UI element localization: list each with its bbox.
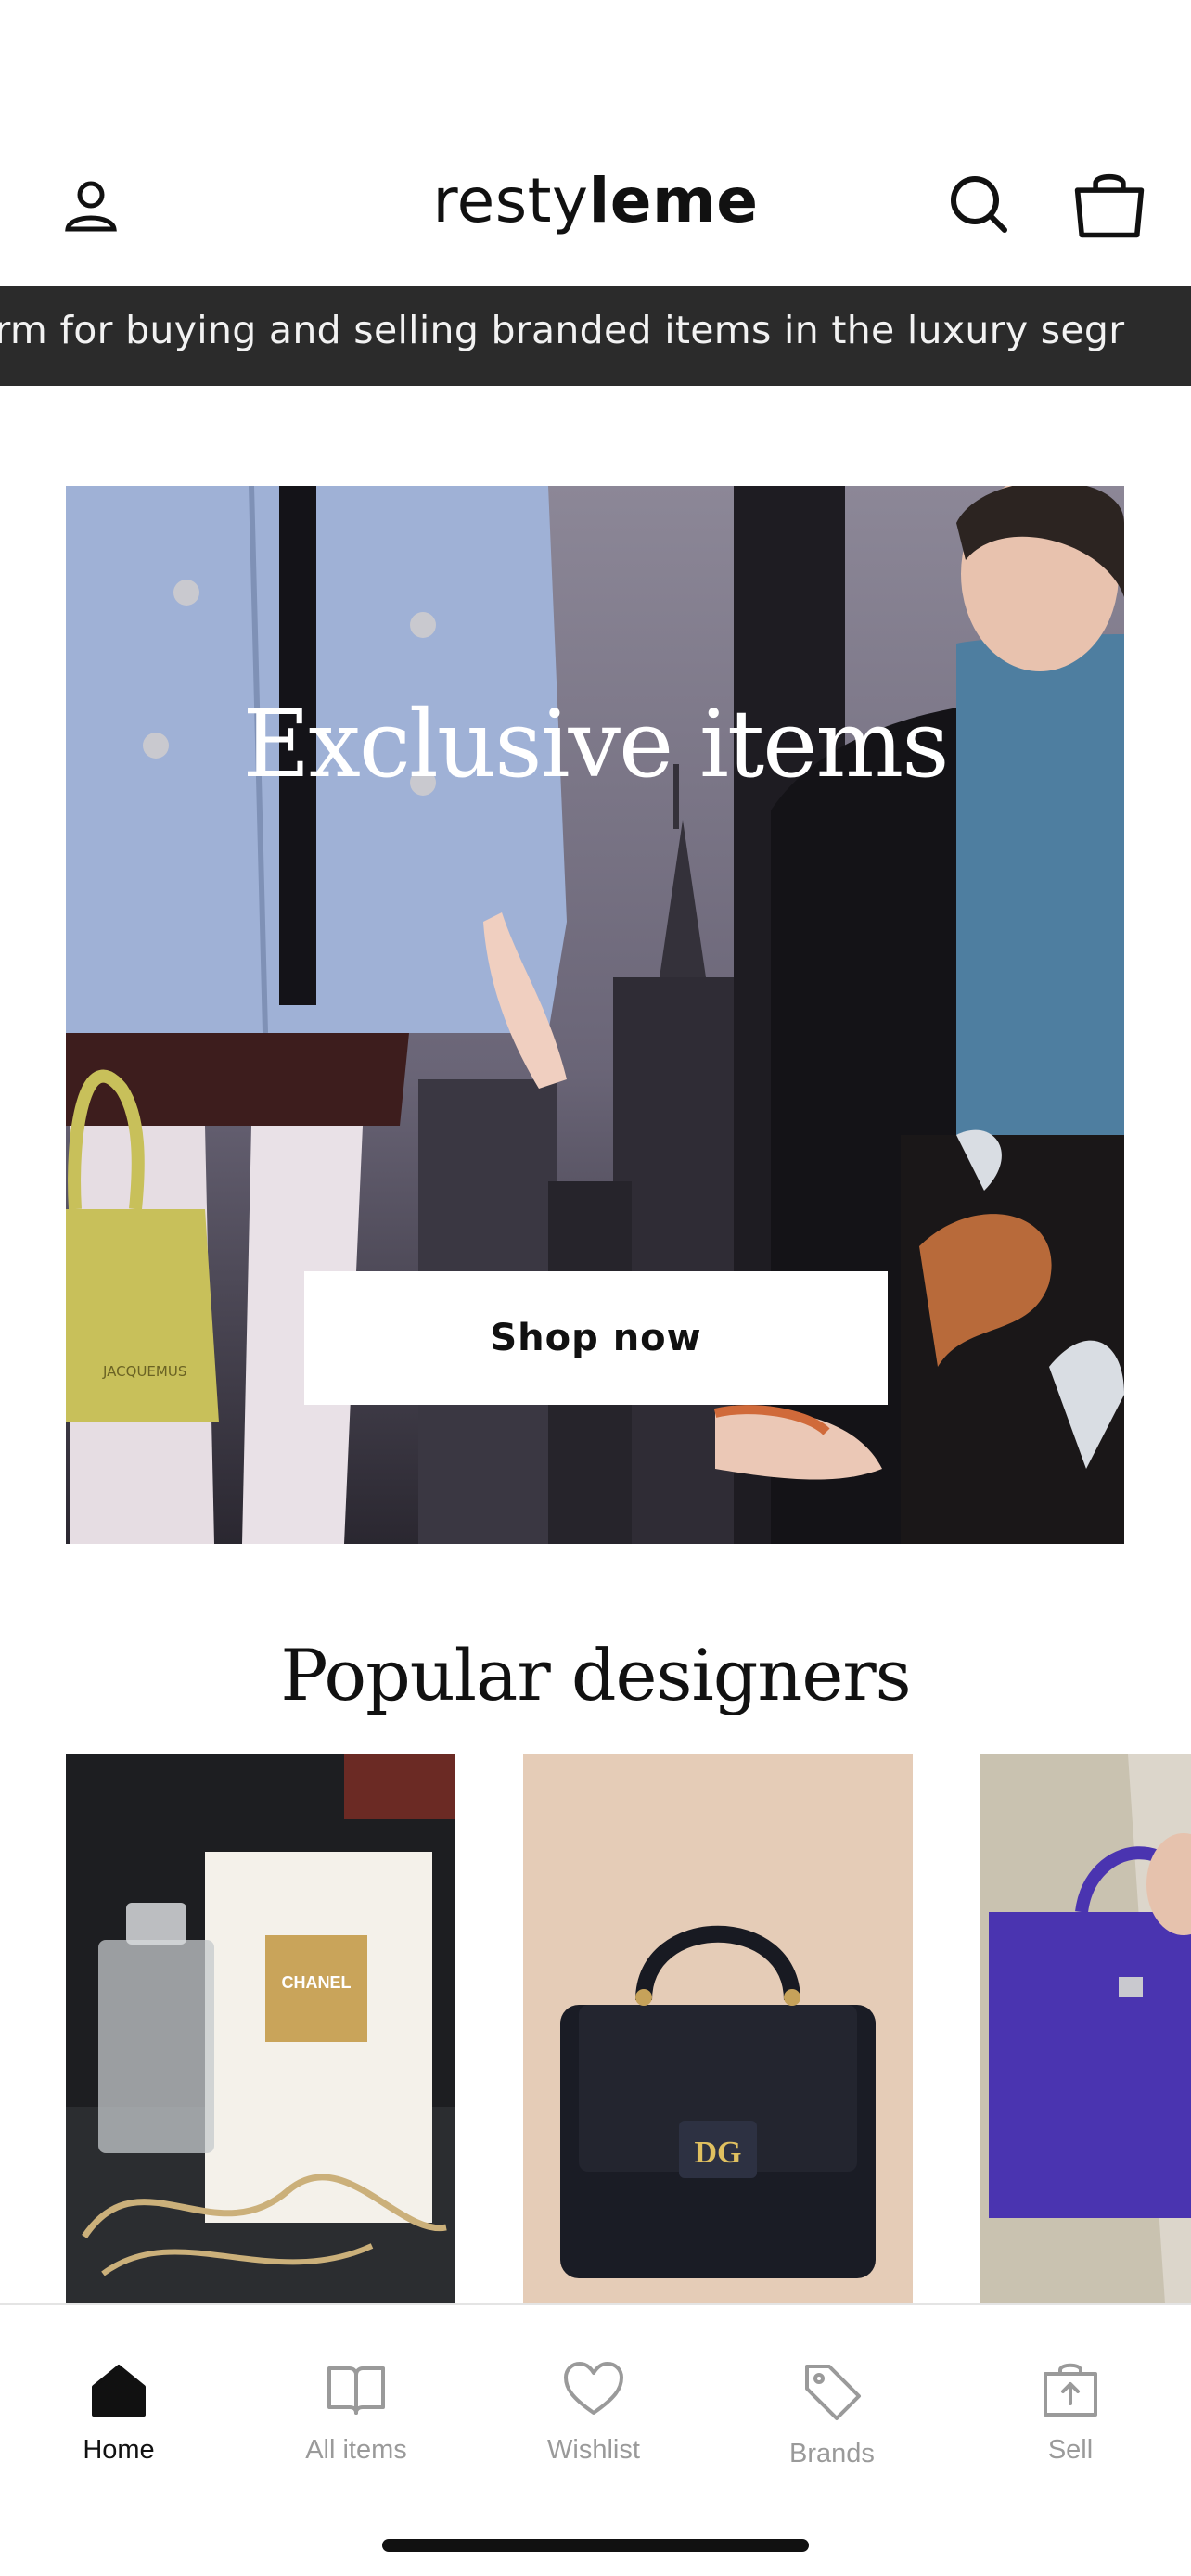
chanel-image: CHANEL	[66, 1754, 455, 2303]
tab-home-label: Home	[83, 2435, 155, 2465]
purple-bag-image	[980, 1754, 1191, 2303]
designer-card-dolce-gabbana[interactable]: DG	[523, 1754, 913, 2303]
shopping-bag-icon[interactable]	[1072, 167, 1146, 241]
heart-icon	[564, 2362, 623, 2415]
tab-wishlist-label: Wishlist	[547, 2435, 640, 2465]
logo-part-light: resty	[432, 165, 589, 236]
bottom-tab-bar: Home All items Wishlist Brands Sell	[0, 2303, 1191, 2576]
announcement-ticker: tform for buying and selling branded ite…	[0, 286, 1191, 386]
designer-card-purple-bag[interactable]	[980, 1754, 1191, 2303]
tab-wishlist[interactable]: Wishlist	[501, 2361, 686, 2481]
header: restyleme	[0, 139, 1191, 269]
book-icon	[327, 2366, 385, 2415]
hero-banner[interactable]: JACQUEMUS Exclusive items Shop now	[66, 486, 1124, 1544]
tab-home[interactable]: Home	[26, 2361, 211, 2481]
designer-card-chanel[interactable]: CHANEL	[66, 1754, 455, 2303]
logo-part-bold: leme	[588, 165, 759, 236]
designers-carousel[interactable]: CHANEL DG	[0, 1754, 1191, 2303]
popular-designers-title: Popular designers	[280, 1634, 911, 1716]
tab-sell-label: Sell	[1047, 2435, 1094, 2465]
svg-text:JACQUEMUS: JACQUEMUS	[102, 1363, 186, 1380]
sell-bag-icon	[1044, 2363, 1097, 2417]
home-indicator	[382, 2539, 809, 2552]
tab-brands-label: Brands	[789, 2439, 875, 2468]
hero-title: Exclusive items	[242, 690, 949, 798]
tag-icon	[805, 2365, 861, 2420]
search-icon[interactable]	[941, 167, 1016, 241]
shop-now-button[interactable]: Shop now	[304, 1271, 888, 1405]
svg-text:CHANEL: CHANEL	[282, 1973, 352, 1992]
tab-all-items-label: All items	[305, 2435, 407, 2465]
dolce-gabbana-bag-image: DG	[523, 1754, 913, 2303]
svg-text:DG: DG	[695, 2136, 742, 2170]
ticker-text: tform for buying and selling branded ite…	[0, 308, 1125, 352]
home-icon	[92, 2365, 146, 2417]
tab-sell[interactable]: Sell	[978, 2361, 1163, 2481]
tab-all-items[interactable]: All items	[263, 2361, 449, 2481]
tab-brands[interactable]: Brands	[739, 2361, 925, 2481]
